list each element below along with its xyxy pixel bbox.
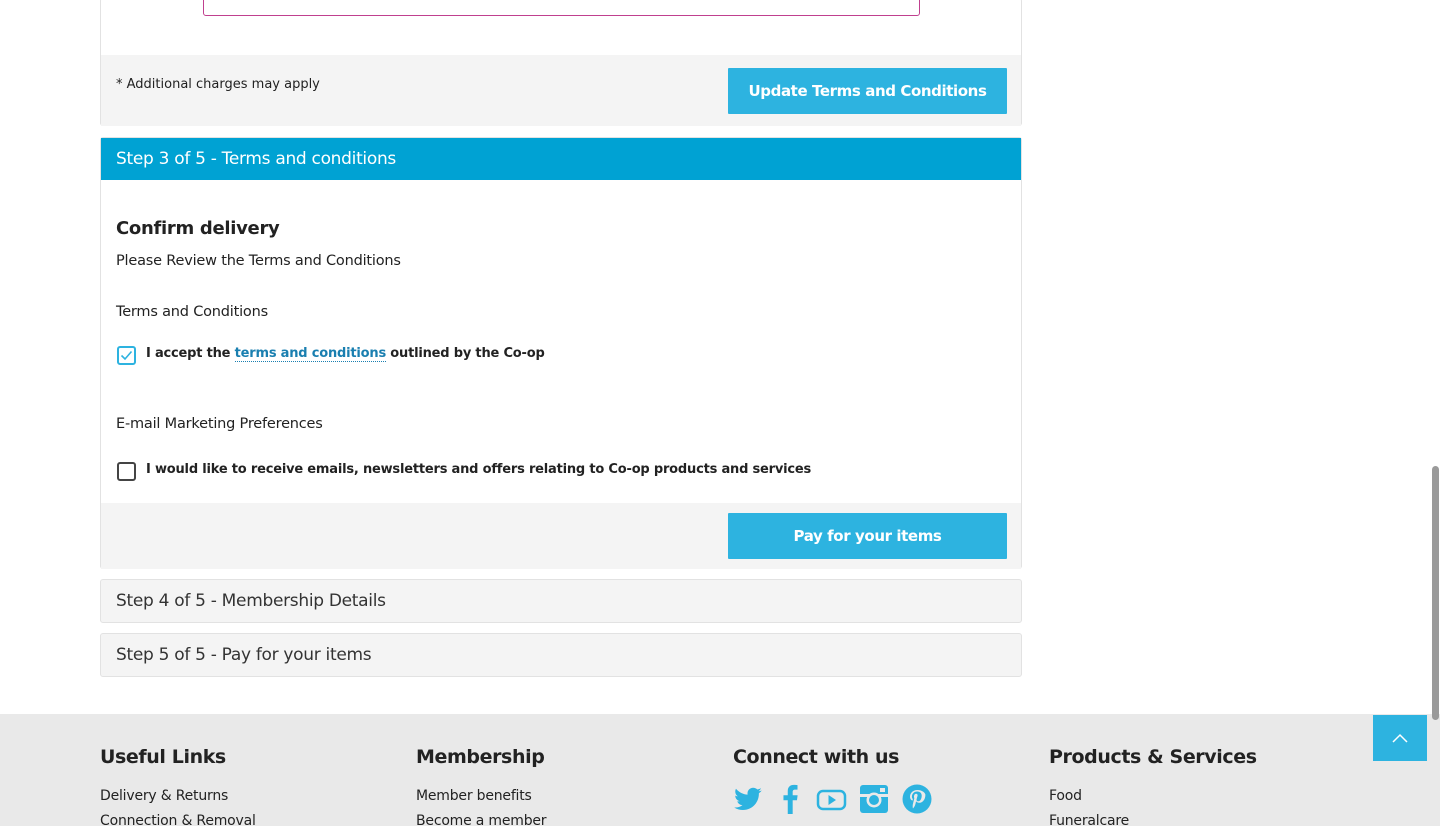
step2-panel: * Additional charges may apply Update Te… [100, 0, 1022, 126]
membership-title: Membership [416, 746, 545, 768]
terms-heading: Terms and Conditions [116, 304, 268, 320]
site-footer: Useful Links Delivery & Returns Connecti… [0, 714, 1440, 829]
terms-checkbox-label: I accept the terms and conditions outlin… [146, 346, 545, 362]
check-icon [120, 350, 133, 361]
additional-charges-note: * Additional charges may apply [116, 77, 320, 92]
footer-connect: Connect with us [733, 746, 899, 768]
footer-link-funeralcare[interactable]: Funeralcare [1049, 813, 1129, 829]
footer-link-food[interactable]: Food [1049, 788, 1082, 804]
footer-link-become-member[interactable]: Become a member [416, 813, 547, 829]
instagram-icon[interactable] [859, 784, 889, 814]
email-heading: E-mail Marketing Preferences [116, 416, 323, 432]
pay-for-items-button[interactable]: Pay for your items [728, 513, 1007, 559]
terms-label-suffix: outlined by the Co-op [385, 346, 545, 361]
terms-label-prefix: I accept the [146, 346, 235, 361]
chevron-up-icon [1392, 733, 1408, 743]
step3-header[interactable]: Step 3 of 5 - Terms and conditions [101, 138, 1021, 180]
page-scrollbar[interactable] [1432, 466, 1439, 720]
connect-title: Connect with us [733, 746, 900, 768]
scroll-to-top-button[interactable] [1373, 715, 1427, 761]
confirm-delivery-title: Confirm delivery [116, 218, 280, 239]
terms-checkbox[interactable] [117, 346, 136, 365]
step3-footer: Pay for your items [101, 503, 1021, 569]
products-title: Products & Services [1049, 746, 1257, 768]
footer-link-delivery[interactable]: Delivery & Returns [100, 788, 228, 804]
step3-panel: Step 3 of 5 - Terms and conditions Confi… [100, 137, 1022, 569]
youtube-icon[interactable] [816, 784, 847, 814]
step2-footer: * Additional charges may apply Update Te… [101, 55, 1021, 126]
terms-link[interactable]: terms and conditions [234, 346, 386, 362]
email-marketing-checkbox[interactable] [117, 462, 136, 481]
facebook-icon[interactable] [778, 784, 802, 814]
step5-header[interactable]: Step 5 of 5 - Pay for your items [100, 633, 1022, 677]
review-subtitle: Please Review the Terms and Conditions [116, 253, 401, 269]
footer-link-member-benefits[interactable]: Member benefits [416, 788, 532, 804]
magenta-field-box[interactable] [203, 0, 920, 16]
twitter-icon[interactable] [733, 784, 763, 814]
pinterest-icon[interactable] [902, 784, 932, 814]
footer-products: Products & Services Food Funeralcare [1049, 746, 1257, 829]
update-terms-button[interactable]: Update Terms and Conditions [728, 68, 1007, 114]
footer-useful-links: Useful Links Delivery & Returns Connecti… [100, 746, 256, 829]
step4-header[interactable]: Step 4 of 5 - Membership Details [100, 579, 1022, 623]
email-marketing-label: I would like to receive emails, newslett… [146, 462, 812, 477]
useful-links-title: Useful Links [100, 746, 226, 768]
footer-link-connection[interactable]: Connection & Removal [100, 813, 256, 829]
footer-membership: Membership Member benefits Become a memb… [416, 746, 547, 829]
